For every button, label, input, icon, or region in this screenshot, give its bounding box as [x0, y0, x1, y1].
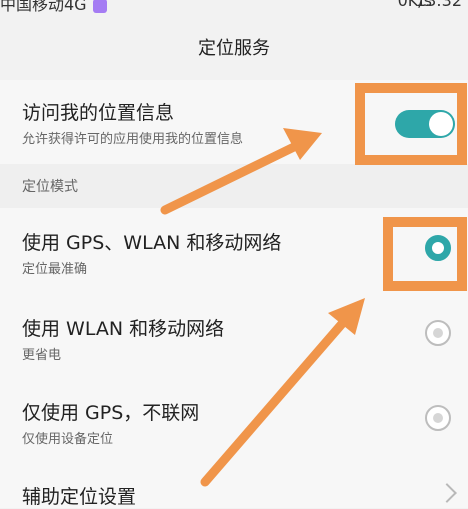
annotation-arrow-shaft [200, 313, 352, 487]
annotation-arrow-head [283, 128, 322, 160]
annotation-arrows [160, 128, 365, 487]
annotation-arrow-shaft [160, 140, 303, 215]
